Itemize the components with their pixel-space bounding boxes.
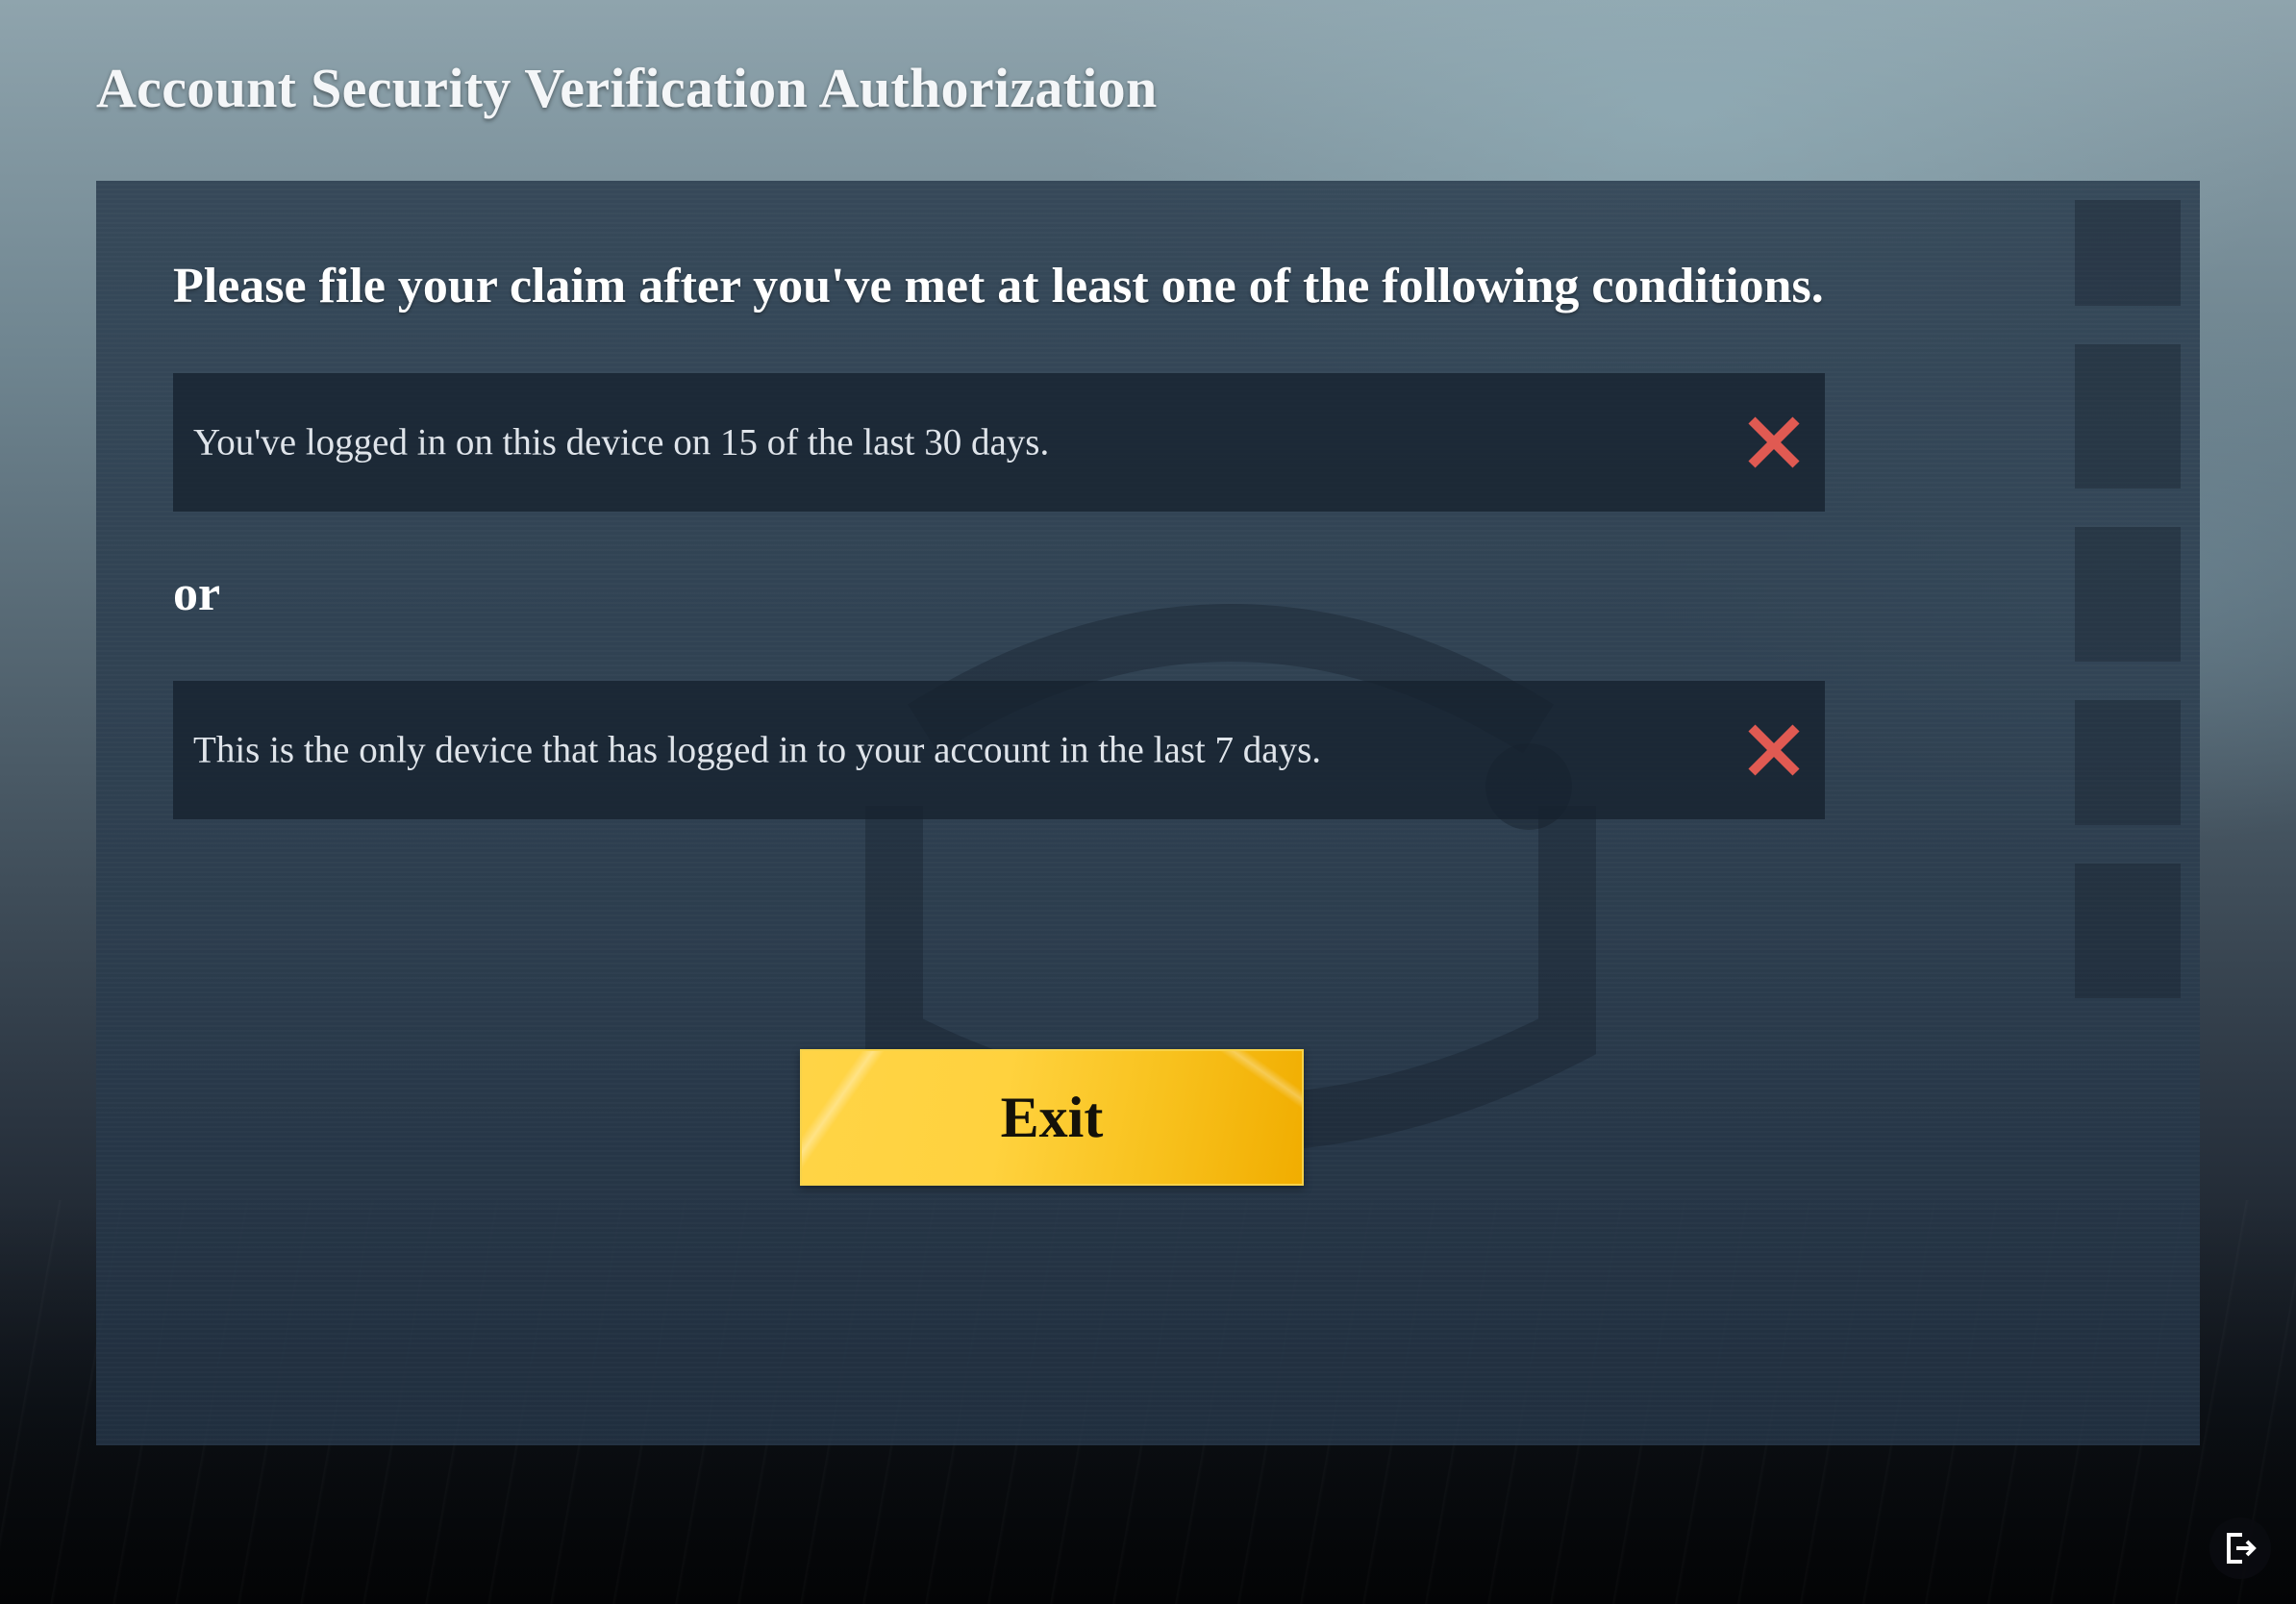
- condition-text: You've logged in on this device on 15 of…: [193, 421, 1050, 464]
- page-title: Account Security Verification Authorizat…: [96, 57, 1158, 119]
- conditions-heading: Please file your claim after you've met …: [173, 259, 1824, 313]
- brand-watermark: [2075, 200, 2181, 998]
- logout-icon: [2227, 1533, 2257, 1564]
- exit-button[interactable]: Exit: [800, 1049, 1304, 1186]
- condition-row-only-device: This is the only device that has logged …: [173, 681, 1825, 819]
- cross-icon: [1748, 724, 1800, 776]
- logout-button[interactable]: [2209, 1517, 2271, 1579]
- or-separator: or: [173, 566, 221, 621]
- verification-panel: Please file your claim after you've met …: [96, 181, 2200, 1445]
- exit-button-label: Exit: [1000, 1085, 1104, 1149]
- condition-row-login-days: You've logged in on this device on 15 of…: [173, 373, 1825, 512]
- condition-text: This is the only device that has logged …: [193, 729, 1322, 771]
- cross-icon: [1748, 416, 1800, 468]
